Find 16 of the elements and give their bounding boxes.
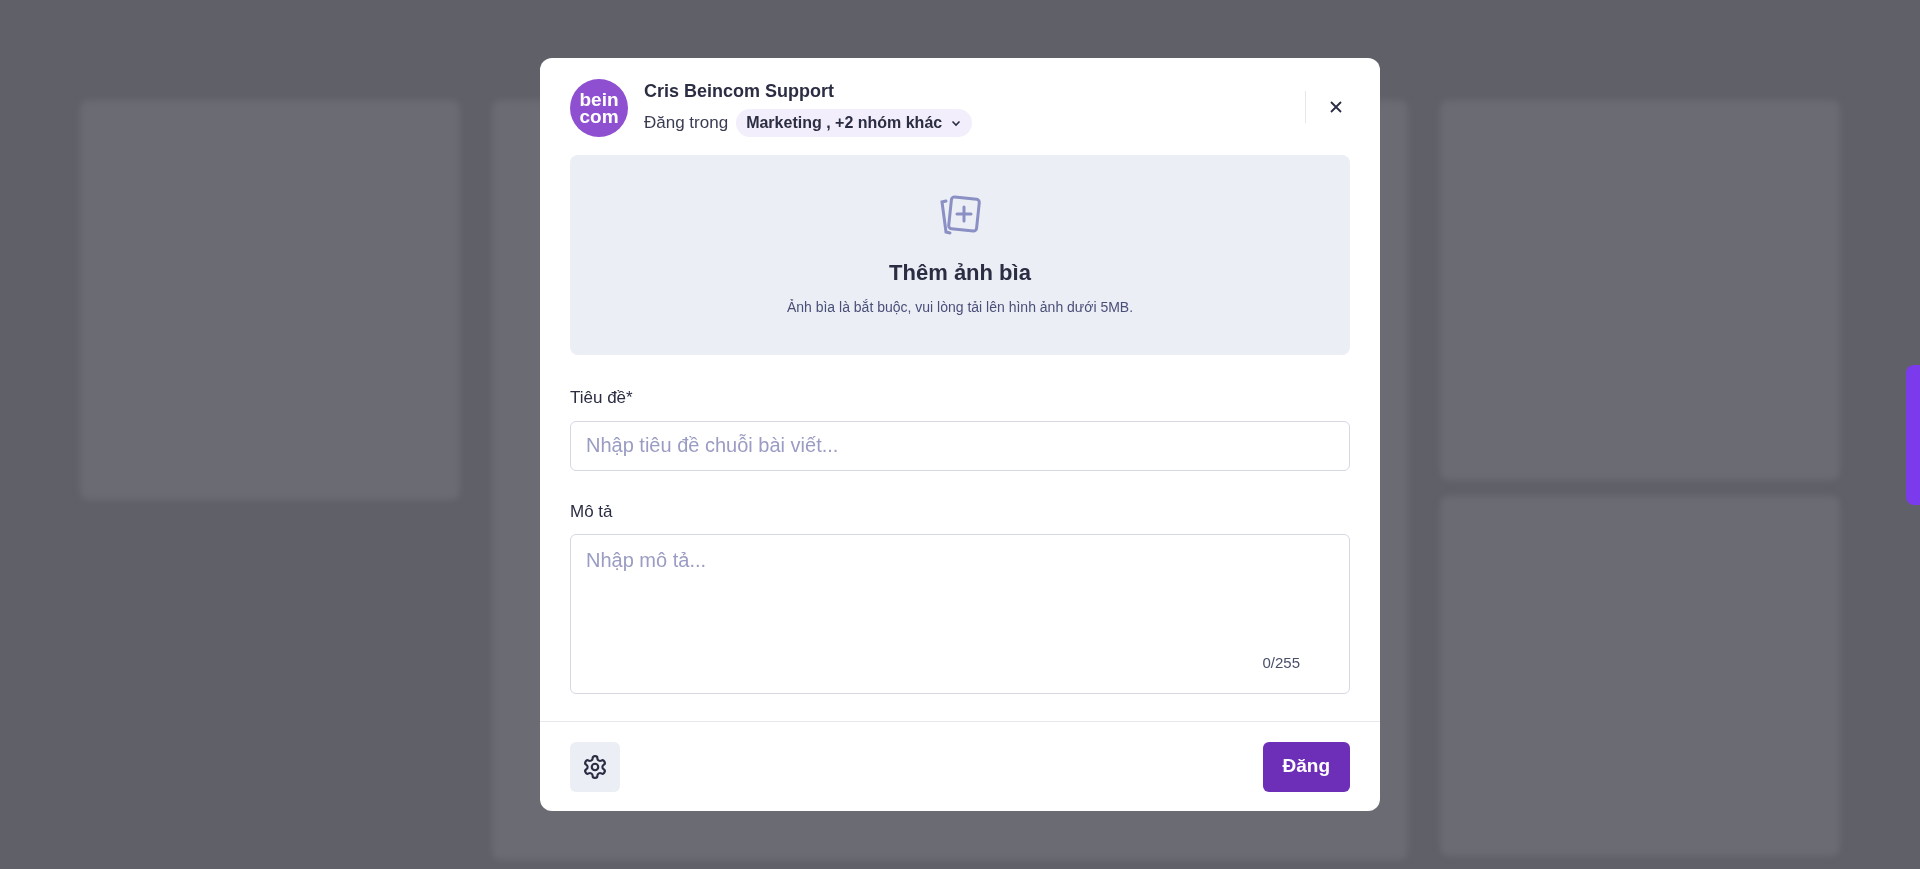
close-icon [1328,99,1344,115]
audience-dropdown[interactable]: Marketing , +2 nhóm khác [736,109,973,137]
settings-button[interactable] [570,741,620,792]
settings-icon [582,753,608,780]
logo-text: com [579,108,619,125]
title-input[interactable]: Nhập tiêu đề chuỗi bài viết... [570,420,1350,471]
cover-upload-area[interactable]: Thêm ảnh bìa Ảnh bìa là bắt buộc, vui lòng tải lên hình ảnh dưới 5MB. [570,155,1350,355]
author-name: Cris Beincom Support [644,80,836,103]
post-button[interactable]: Đăng [1262,741,1350,792]
logo-text: bein [579,91,619,108]
field-label: Mô tả [570,500,614,523]
field-label: Tiêu đề* [570,387,634,409]
posted-in-label: Đăng trong [644,112,729,135]
cover-hint: Ảnh bìa là bắt buộc, vui lòng tải lên hình ảnh dưới 5MB. [786,298,1134,317]
character-counter: 0/255 [1262,652,1300,673]
cover-title: Thêm ảnh bìa [889,259,1031,287]
